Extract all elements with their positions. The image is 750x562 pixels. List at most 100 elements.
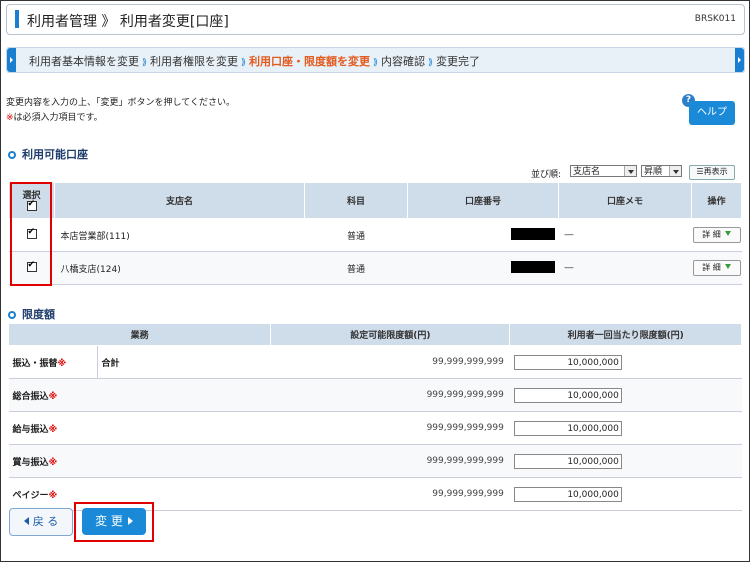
- business-name: 振込・振替: [12, 358, 58, 369]
- user-limit-cell: 10,000,000: [509, 411, 742, 445]
- col-branch: 支店名: [54, 182, 305, 219]
- required-note-text: は必須入力項目です。: [13, 113, 103, 123]
- page-title: 利用者管理 》 利用者変更[口座]: [27, 14, 229, 30]
- step-5: 変更完了: [436, 55, 481, 68]
- detail-button[interactable]: 詳 細: [692, 260, 741, 276]
- step-separator-icon: ⟫: [241, 58, 247, 68]
- settable-limit-cell: 999,999,999,999: [270, 411, 510, 445]
- settable-limit-cell: 999,999,999,999: [270, 378, 510, 412]
- user-limit-cell: 10,000,000: [509, 477, 742, 511]
- step-4: 内容確認: [381, 55, 426, 68]
- detail-button[interactable]: 詳 細: [692, 227, 741, 243]
- memo-cell: ―: [558, 251, 692, 285]
- table-row: 本店営業部(111) 普通 ― 詳 細: [8, 218, 742, 252]
- table-row: 八橋支店(124) 普通 ― 詳 細: [8, 251, 742, 285]
- page-header: 利用者管理 》 利用者変更[口座] BRSK011: [6, 4, 745, 35]
- arrow-left-icon: [23, 517, 29, 525]
- back-button[interactable]: 戻 る: [9, 508, 73, 536]
- memo-cell: ―: [558, 218, 692, 252]
- sort-order-value: 昇順: [644, 167, 663, 177]
- step-separator-icon: ⟫: [142, 58, 148, 68]
- header-accent-bar: [15, 10, 19, 28]
- table-row: 総合振込※ 999,999,999,999 10,000,000: [8, 378, 742, 412]
- settable-limit-cell: 99,999,999,999: [270, 345, 510, 379]
- branch-cell: 八橋支店(124): [54, 251, 305, 285]
- limit-input[interactable]: 10,000,000: [513, 486, 622, 502]
- chevron-down-icon: [624, 166, 636, 176]
- business-name: 総合振込: [12, 391, 49, 402]
- business-name: ペイジー: [12, 490, 49, 501]
- chevron-down-icon: [669, 166, 681, 176]
- section-bullet-icon: [8, 311, 16, 319]
- step-2: 利用者権限を変更: [150, 55, 239, 68]
- col-business: 業務: [7, 323, 272, 346]
- help-button[interactable]: ヘルプ: [689, 101, 735, 125]
- triangle-down-icon: [724, 231, 731, 236]
- limit-input[interactable]: 10,000,000: [513, 453, 622, 469]
- progress-steps: 利用者基本情報を変更 ⟫ 利用者権限を変更 ⟫ 利用口座・限度額を変更 ⟫ 内容確認 ⟫ 変更完…: [6, 47, 745, 73]
- masked-account-number: [510, 227, 555, 240]
- step-left-cap: [7, 48, 16, 72]
- limit-input[interactable]: 10,000,000: [513, 420, 622, 436]
- step-right-cap: [735, 48, 744, 72]
- limit-input[interactable]: 10,000,000: [513, 354, 622, 370]
- business-cell: 給与振込※: [8, 411, 271, 445]
- col-action: 操作: [691, 182, 742, 219]
- business-name: 賞与振込: [12, 457, 49, 468]
- action-cell: 詳 細: [691, 218, 742, 252]
- user-limit-cell: 10,000,000: [509, 345, 742, 379]
- instructions: 変更内容を入力の上、「変更」ボタンを押してください。 ※は必須入力項目です。: [6, 96, 235, 126]
- limits-section-label: 限度額: [22, 308, 55, 321]
- limits-section-title: 限度額: [8, 306, 55, 322]
- select-column-highlight: [10, 182, 52, 286]
- step-separator-icon: ⟫: [428, 58, 434, 68]
- detail-label: 詳 細: [702, 263, 721, 272]
- required-mark: ※: [48, 424, 58, 435]
- required-mark: ※: [48, 490, 58, 501]
- redisplay-button[interactable]: ☰再表示: [689, 165, 735, 180]
- col-settable-limit: 設定可能限度額(円): [270, 323, 511, 346]
- sort-field-value: 支店名: [573, 167, 601, 177]
- screen-code: BRSK011: [694, 14, 736, 24]
- limits-table: 業務 設定可能限度額(円) 利用者一回当たり限度額(円) 振込・振替※ 合計 9…: [7, 323, 742, 511]
- col-account-number: 口座番号: [407, 182, 559, 219]
- step-3-current: 利用口座・限度額を変更: [249, 55, 371, 68]
- account-number-cell: [407, 251, 559, 285]
- list-icon: ☰: [696, 167, 704, 176]
- settable-limit-cell: 999,999,999,999: [270, 444, 510, 478]
- required-mark: ※: [48, 391, 58, 402]
- section-bullet-icon: [8, 151, 16, 159]
- accounts-table: 選択 支店名 科目 口座番号 口座メモ 操作 本店営業部(111) 普通 ― 詳…: [8, 182, 742, 285]
- col-subject: 科目: [304, 182, 408, 219]
- step-1: 利用者基本情報を変更: [29, 55, 139, 68]
- instruction-line: 変更内容を入力の上、「変更」ボタンを押してください。: [6, 98, 235, 108]
- step-separator-icon: ⟫: [373, 58, 379, 68]
- limit-input[interactable]: 10,000,000: [513, 387, 622, 403]
- sort-field-select[interactable]: 支店名: [570, 165, 637, 177]
- table-row: 振込・振替※ 合計 99,999,999,999 10,000,000: [8, 345, 742, 379]
- branch-cell: 本店営業部(111): [54, 218, 305, 252]
- table-row: 賞与振込※ 999,999,999,999 10,000,000: [8, 444, 742, 478]
- detail-label: 詳 細: [702, 230, 721, 239]
- action-cell: 詳 細: [691, 251, 742, 285]
- required-mark: ※: [57, 358, 67, 369]
- sort-order-select[interactable]: 昇順: [641, 165, 682, 177]
- sort-label: 並び順:: [531, 170, 562, 180]
- subject-cell: 普通: [304, 251, 408, 285]
- required-mark: ※: [6, 113, 14, 123]
- back-label: 戻 る: [32, 515, 59, 528]
- accounts-section-label: 利用可能口座: [22, 148, 88, 161]
- step-list: 利用者基本情報を変更 ⟫ 利用者権限を変更 ⟫ 利用口座・限度額を変更 ⟫ 内容確認 ⟫ 変更完…: [29, 53, 480, 69]
- business-sub-cell: 合計: [97, 345, 271, 379]
- change-button-highlight: [74, 502, 154, 542]
- user-limit-cell: 10,000,000: [509, 378, 742, 412]
- redisplay-label: 再表示: [703, 167, 728, 176]
- settable-limit-cell: 99,999,999,999: [270, 477, 510, 511]
- business-cell: 総合振込※: [8, 378, 271, 412]
- business-name: 給与振込: [12, 424, 49, 435]
- account-number-cell: [407, 218, 559, 252]
- required-mark: ※: [48, 457, 58, 468]
- col-user-limit: 利用者一回当たり限度額(円): [509, 323, 742, 346]
- accounts-section-title: 利用可能口座: [8, 146, 88, 162]
- required-note: ※は必須入力項目です。: [6, 111, 235, 126]
